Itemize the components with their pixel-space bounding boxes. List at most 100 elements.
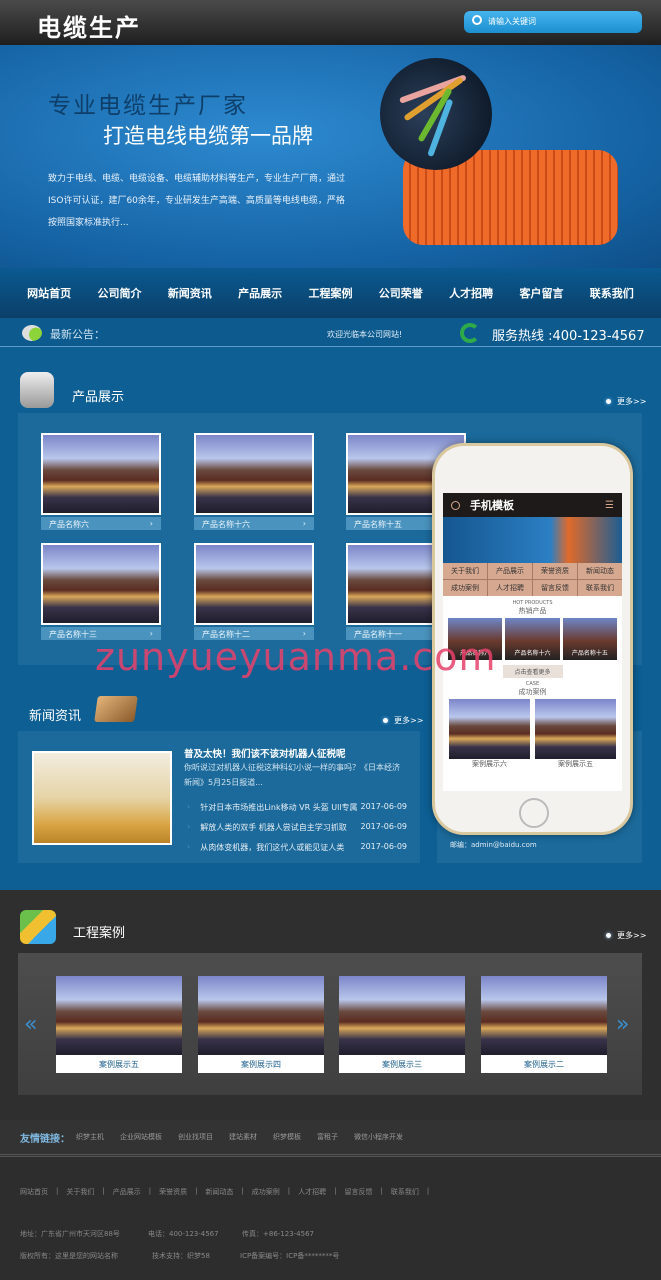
footer-link[interactable]: 成功案例: [252, 1187, 280, 1197]
friend-links-label: 友情链接：: [20, 1133, 70, 1145]
cases-more-link[interactable]: 更多>>: [606, 930, 646, 941]
chevron-right-icon: ›: [302, 519, 306, 528]
case-card[interactable]: 案例展示二: [481, 976, 607, 1073]
news-item-title: 解放人类的双手 机器人尝试自主学习抓取: [200, 823, 347, 832]
database-icon: [20, 372, 54, 408]
product-label[interactable]: 产品名称十六 ›: [194, 517, 314, 530]
hot-products-cn: 热销产品: [518, 607, 547, 615]
chevron-right-icon: ›: [149, 519, 153, 528]
friend-link[interactable]: 织梦模板: [273, 1132, 301, 1142]
product-image[interactable]: [41, 433, 161, 515]
phone-menu-item[interactable]: 联系我们: [578, 580, 622, 596]
search-icon[interactable]: [472, 15, 482, 25]
phone-more-button[interactable]: 点击查看更多: [502, 665, 563, 678]
footer-icp: ICP备案编号：ICP备********号: [240, 1252, 340, 1260]
notice-text[interactable]: 欢迎光临本公司网站!: [327, 329, 402, 340]
footer-link[interactable]: 荣誉资质: [159, 1187, 187, 1197]
news-list-item[interactable]: › 从肉体变机器，我们这代人或能见证人类 2017-06-09: [187, 842, 407, 853]
notice-label: 最新公告：: [50, 328, 105, 341]
news-more-link[interactable]: 更多>>: [383, 715, 423, 726]
nav-item[interactable]: 工程案例: [308, 285, 352, 301]
nav-item[interactable]: 新闻资讯: [168, 285, 212, 301]
product-image[interactable]: [194, 433, 314, 515]
banner-description: 致力于电线、电缆、电缆设备、电缆辅助材料等生产，专业生产厂商，通过ISO许可认证…: [48, 174, 346, 228]
hotline: 服务热线 :400-123-4567: [492, 329, 645, 344]
friend-link[interactable]: 微信小程序开发: [354, 1132, 403, 1142]
nav-item[interactable]: 客户留言: [519, 285, 563, 301]
cubes-icon: [20, 910, 56, 944]
footer-link[interactable]: 新闻动态: [205, 1187, 233, 1197]
footer-link[interactable]: 产品展示: [113, 1187, 141, 1197]
search-input[interactable]: 请输入关键词: [464, 11, 642, 33]
case-card[interactable]: 案例展示五: [56, 976, 182, 1073]
news-headline[interactable]: 普及太快！我们该不该对机器人征税呢: [184, 746, 346, 760]
news-item-date: 2017-06-09: [360, 842, 408, 851]
friend-link[interactable]: 创业找项目: [178, 1132, 213, 1142]
news-list-item[interactable]: › 解放人类的双手 机器人尝试自主学习抓取 2017-06-09: [187, 822, 407, 833]
footer-address: 地址：广东省广州市天河区88号: [20, 1230, 120, 1238]
case-name: 案例展示四: [241, 1060, 281, 1069]
nav-item[interactable]: 联系我们: [590, 285, 634, 301]
friend-link[interactable]: 富租子: [317, 1132, 338, 1142]
news-list-item[interactable]: › 针对日本市场推出Link移动 VR 头盔 Ull专属 2017-06-09: [187, 802, 407, 813]
menu-icon: ☰: [605, 499, 614, 511]
news-title: 新闻资讯: [29, 709, 82, 724]
nav-item[interactable]: 网站首页: [27, 285, 71, 301]
news-item-date: 2017-06-09: [360, 802, 408, 811]
friend-link[interactable]: 建站素材: [229, 1132, 257, 1142]
phone-menu-item[interactable]: 荣誉资质: [533, 563, 577, 579]
cases-title: 工程案例: [73, 926, 126, 941]
case-en: CASE: [525, 681, 540, 687]
case-image: [339, 976, 465, 1055]
phone-menu-item[interactable]: 人才招聘: [488, 580, 532, 596]
product-image[interactable]: [41, 543, 161, 625]
phone-menu: 关于我们 产品展示 荣誉资质 新闻动态 成功案例 人才招聘 留言反馈 联系我们: [443, 563, 622, 596]
footer-link[interactable]: 联系我们: [391, 1187, 419, 1197]
banner-headline-1: 专业电缆生产厂家: [48, 93, 248, 119]
banner-headline-2: 打造电线电缆第一品牌: [103, 124, 313, 148]
site-logo[interactable]: 电缆生产: [37, 8, 141, 43]
friend-link[interactable]: 企业网站模板: [120, 1132, 162, 1142]
nav-item[interactable]: 公司简介: [97, 285, 141, 301]
products-more-link[interactable]: 更多>>: [606, 396, 646, 407]
phone-case-name: 案例展示五: [558, 760, 593, 768]
case-cn: 成功案例: [518, 688, 547, 696]
cable-wires-image: [380, 58, 492, 170]
news-image[interactable]: [32, 751, 172, 845]
home-button[interactable]: [519, 798, 549, 828]
friend-link[interactable]: 织梦主机: [76, 1132, 104, 1142]
phone-menu-item[interactable]: 留言反馈: [533, 580, 577, 596]
phone-menu-item[interactable]: 新闻动态: [578, 563, 622, 579]
footer-link[interactable]: 网站首页: [20, 1187, 48, 1197]
phone-menu-item[interactable]: 成功案例: [443, 580, 487, 596]
case-name: 案例展示二: [524, 1060, 564, 1069]
hot-products-en: HOT PRODUCTS: [512, 600, 553, 606]
nav-item[interactable]: 人才招聘: [449, 285, 493, 301]
phone-product[interactable]: 产品名称十六: [505, 618, 560, 660]
nav-item[interactable]: 产品展示: [238, 285, 282, 301]
chat-bubble-icon: [22, 325, 42, 341]
case-card[interactable]: 案例展示四: [198, 976, 324, 1073]
phone-case-image[interactable]: [535, 699, 616, 759]
footer-link[interactable]: 关于我们: [66, 1187, 94, 1197]
product-image[interactable]: [194, 543, 314, 625]
contact-email: 邮编：admin@baidu.com: [450, 841, 537, 849]
case-card[interactable]: 案例展示三: [339, 976, 465, 1073]
phone-case-name: 案例展示六: [472, 760, 507, 768]
carousel-prev-button[interactable]: «: [24, 1012, 37, 1037]
footer-link[interactable]: 留言反馈: [345, 1187, 373, 1197]
phone-product[interactable]: 产品名称十五: [562, 618, 617, 660]
news-item-title: 从肉体变机器，我们这代人或能见证人类: [200, 843, 345, 852]
product-label[interactable]: 产品名称六 ›: [41, 517, 161, 530]
nav-item[interactable]: 公司荣誉: [379, 285, 423, 301]
phone-case-image[interactable]: [449, 699, 530, 759]
phone-menu-item[interactable]: 关于我们: [443, 563, 487, 579]
product-name: 产品名称六: [49, 520, 89, 529]
phone-icon: [460, 323, 480, 343]
footer-link[interactable]: 人才招聘: [298, 1187, 326, 1197]
phone-menu-item[interactable]: 产品展示: [488, 563, 532, 579]
case-image: [198, 976, 324, 1055]
case-image: [481, 976, 607, 1055]
search-placeholder: 请输入关键词: [488, 17, 536, 26]
carousel-next-button[interactable]: »: [616, 1012, 629, 1037]
